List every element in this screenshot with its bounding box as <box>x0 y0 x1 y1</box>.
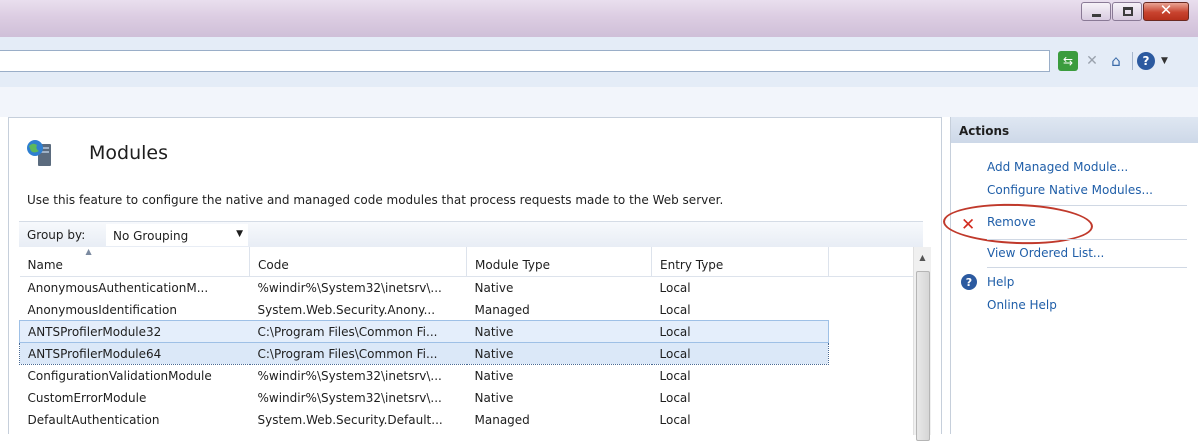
configure-native-modules-link[interactable]: Configure Native Modules... <box>987 183 1153 197</box>
group-by-select[interactable]: No Grouping ▼ <box>106 224 248 246</box>
cell-type: Native <box>474 281 514 296</box>
modules-table: ▲ Name Code Module Type Entry Type Anonym… <box>19 247 914 430</box>
cell-entry: Local <box>659 369 691 384</box>
page-title: Modules <box>89 142 168 164</box>
modules-icon <box>27 140 51 166</box>
group-by-bar: Group by: No Grouping ▼ <box>19 221 923 247</box>
actions-divider <box>987 239 1187 240</box>
refresh-icon[interactable]: ⇆ <box>1058 51 1078 71</box>
cell-name: DefaultAuthentication <box>27 413 160 427</box>
minimize-button[interactable] <box>1081 2 1111 21</box>
feature-description: Use this feature to configure the native… <box>27 193 724 207</box>
add-managed-module-link[interactable]: Add Managed Module... <box>987 160 1128 174</box>
table-row[interactable]: ConfigurationValidationModule %windir%\S… <box>20 364 914 386</box>
cell-name: ANTSProfilerModule64 <box>19 341 250 365</box>
scroll-up-icon[interactable]: ▲ <box>914 247 931 267</box>
cell-code: %windir%\System32\inetsrv\... <box>257 369 442 384</box>
column-header-filler <box>828 247 914 277</box>
minimize-icon <box>1092 14 1101 17</box>
cell-code: %windir%\System32\inetsrv\... <box>257 281 442 296</box>
column-header-entry-type[interactable]: Entry Type <box>651 247 829 277</box>
table-row-selected[interactable]: ANTSProfilerModule32 C:\Program Files\Co… <box>19 319 914 343</box>
table-row[interactable]: AnonymousAuthenticationM... %windir%\Sys… <box>20 276 914 298</box>
home-icon[interactable]: ⌂ <box>1106 51 1126 71</box>
chevron-down-icon[interactable]: ▼ <box>1161 56 1168 66</box>
actions-divider <box>987 267 1187 268</box>
group-by-label: Group by: <box>27 228 86 242</box>
table-header-row: ▲ Name Code Module Type Entry Type <box>19 247 914 277</box>
close-icon: ✕ <box>1159 1 1173 19</box>
column-header-module-type[interactable]: Module Type <box>466 247 652 277</box>
toolbar-icons: ⇆ ✕ ⌂ ? ▼ <box>1058 51 1168 71</box>
close-button[interactable]: ✕ <box>1143 1 1189 21</box>
cell-name: ANTSProfilerModule32 <box>19 319 250 343</box>
actions-pane: Actions Add Managed Module... Configure … <box>942 117 1198 434</box>
cell-entry: Local <box>651 319 829 343</box>
cell-code: C:\Program Files\Common Fi... <box>249 341 467 365</box>
sort-asc-icon: ▲ <box>85 247 92 256</box>
address-bar: ⇆ ✕ ⌂ ? ▼ <box>0 37 1198 87</box>
cell-name: CustomErrorModule <box>27 391 147 405</box>
window-controls: ✕ <box>1080 1 1189 21</box>
cell-code: System.Web.Security.Anony... <box>257 302 436 317</box>
cell-type: Managed <box>474 302 530 317</box>
help-icon[interactable]: ? <box>1137 52 1155 70</box>
address-field[interactable] <box>0 50 1050 72</box>
vertical-scrollbar[interactable]: ▲ <box>913 247 931 441</box>
content-band <box>0 87 1198 117</box>
scroll-thumb[interactable] <box>916 271 930 441</box>
cell-type: Native <box>466 341 652 365</box>
cell-type: Managed <box>474 413 530 427</box>
view-ordered-list-link[interactable]: View Ordered List... <box>987 246 1104 260</box>
column-header-name[interactable]: ▲ Name <box>19 247 250 277</box>
actions-header: Actions <box>951 117 1198 143</box>
group-by-value: No Grouping <box>113 229 189 243</box>
table-row[interactable]: CustomErrorModule %windir%\System32\inet… <box>20 386 914 408</box>
cell-type: Native <box>466 319 652 343</box>
column-header-code[interactable]: Code <box>249 247 467 277</box>
cell-code: System.Web.Security.Default... <box>257 413 443 427</box>
chevron-down-icon: ▼ <box>236 229 243 239</box>
online-help-link[interactable]: Online Help <box>987 298 1057 312</box>
cell-entry: Local <box>659 413 691 427</box>
cell-entry: Local <box>659 302 691 317</box>
cell-name: AnonymousAuthenticationM... <box>27 281 209 296</box>
maximize-button[interactable] <box>1112 2 1142 21</box>
cell-code: C:\Program Files\Common Fi... <box>249 319 467 343</box>
window-title-bar: ✕ <box>0 0 1198 37</box>
help-link[interactable]: Help <box>987 275 1014 289</box>
help-icon: ? <box>961 274 977 290</box>
cell-code: %windir%\System32\inetsrv\... <box>257 391 442 405</box>
stop-icon[interactable]: ✕ <box>1082 51 1102 71</box>
cell-entry: Local <box>659 391 691 405</box>
table-row[interactable]: AnonymousIdentification System.Web.Secur… <box>20 298 914 320</box>
cell-name: AnonymousIdentification <box>27 302 177 317</box>
cell-entry: Local <box>651 341 829 365</box>
table-row[interactable]: DefaultAuthentication System.Web.Securit… <box>20 408 914 430</box>
cell-type: Native <box>474 369 514 384</box>
table-row-focused[interactable]: ANTSProfilerModule64 C:\Program Files\Co… <box>19 341 914 365</box>
feature-panel: Modules Use this feature to configure th… <box>8 117 942 441</box>
maximize-icon <box>1123 7 1133 16</box>
toolbar-separator <box>1132 52 1133 70</box>
cell-entry: Local <box>659 281 691 296</box>
cell-name: ConfigurationValidationModule <box>27 369 212 384</box>
cell-type: Native <box>474 391 514 405</box>
